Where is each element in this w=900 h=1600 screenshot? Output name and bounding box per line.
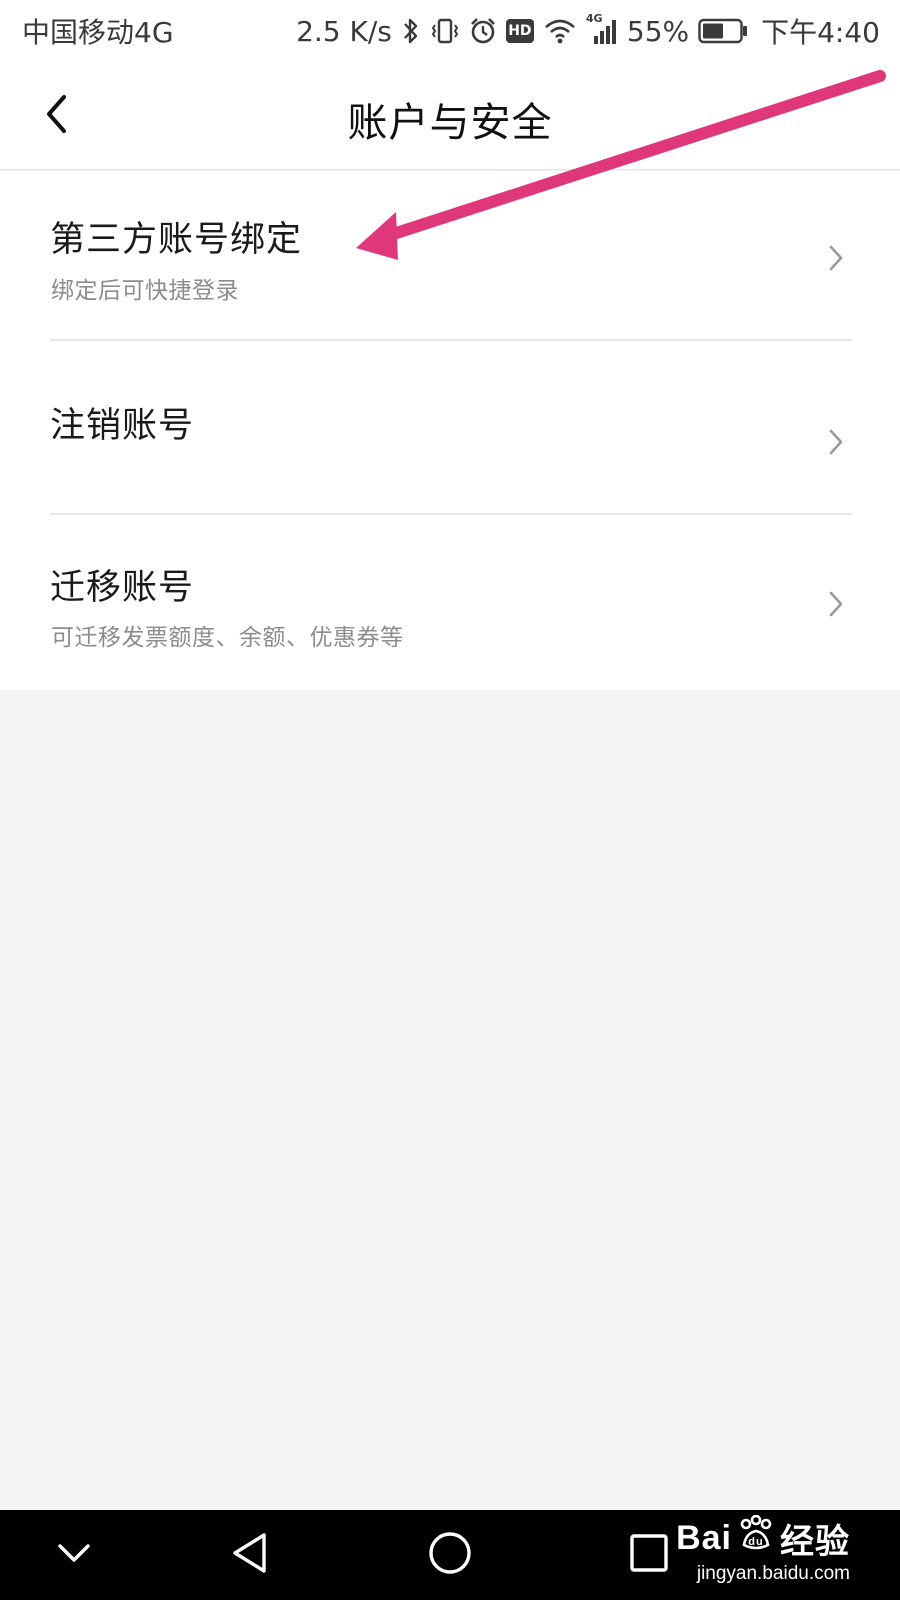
status-indicators: 2.5 K/s HD 4G 55% 下午4:40 (296, 11, 880, 51)
network-speed: 2.5 K/s (296, 14, 392, 48)
item-title: 第三方账号绑定 (50, 220, 303, 260)
page-title: 账户与安全 (347, 100, 553, 146)
battery-icon (698, 18, 748, 44)
clock: 下午4:40 (761, 16, 880, 49)
home-circle-icon[interactable] (426, 1529, 474, 1581)
watermark-url: jingyan.baidu.com (696, 1563, 850, 1584)
recents-square-icon[interactable] (628, 1532, 670, 1578)
bluetooth-icon (401, 16, 421, 46)
screen: 中国移动4G 2.5 K/s HD 4G 55% 下午4:40 账户与安全 第三… (0, 0, 900, 1600)
settings-list: 第三方账号绑定 绑定后可快捷登录 注销账号 迁移账号 可迁移发票额度、余额、优惠… (0, 171, 900, 690)
signal-icon: 4G (586, 12, 618, 46)
chevron-right-icon (826, 589, 846, 619)
wifi-icon (543, 16, 577, 46)
back-triangle-icon[interactable] (228, 1530, 272, 1580)
baidu-jingyan-watermark: Bai du 经验 jingyan.baidu.com (676, 1514, 850, 1585)
vibrate-icon (430, 16, 460, 46)
watermark-logo-left: Bai (676, 1519, 732, 1557)
alarm-icon (469, 16, 497, 46)
watermark-logo: Bai du 经验 (676, 1514, 850, 1563)
carrier-label: 中国移动4G (22, 16, 174, 49)
paw-icon: du (736, 1514, 776, 1562)
list-item-cancel-account[interactable]: 注销账号 (0, 341, 900, 515)
svg-text:du: du (748, 1536, 763, 1548)
item-title: 注销账号 (50, 406, 195, 446)
list-item-third-party-binding[interactable]: 第三方账号绑定 绑定后可快捷登录 (0, 171, 900, 341)
item-title: 迁移账号 (50, 568, 195, 608)
battery-percent: 55% (626, 14, 690, 48)
cell-badge: 4G (585, 12, 603, 25)
list-item-migrate-account[interactable]: 迁移账号 可迁移发票额度、余额、优惠券等 (0, 515, 900, 690)
chevron-right-icon (826, 427, 846, 457)
item-subtitle: 可迁移发票额度、余额、优惠券等 (51, 625, 404, 651)
navigation-bar: Bai du 经验 jingyan.baidu.com (0, 1510, 900, 1600)
status-bar: 中国移动4G 2.5 K/s HD 4G 55% 下午4:40 (0, 0, 900, 62)
item-subtitle: 绑定后可快捷登录 (51, 278, 239, 304)
chevron-right-icon (826, 243, 846, 273)
hd-icon: HD (505, 19, 534, 43)
watermark-logo-right: 经验 (780, 1523, 850, 1561)
chevron-down-icon[interactable] (56, 1538, 92, 1572)
header: 账户与安全 (0, 62, 900, 170)
